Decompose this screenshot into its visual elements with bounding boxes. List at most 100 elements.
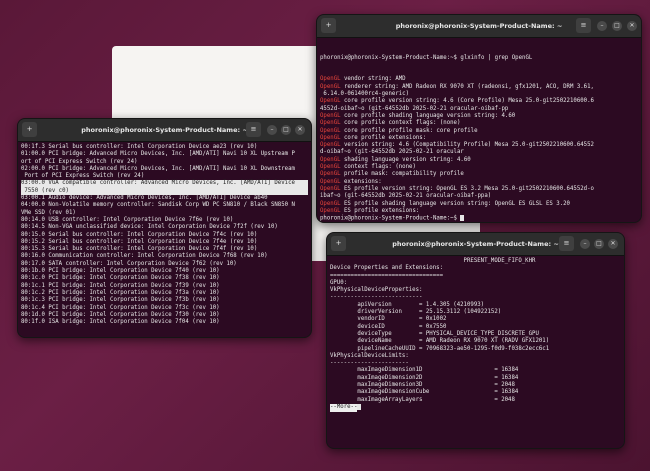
terminal-output[interactable]: PRESENT_MODE_FIFO_KHR Device Properties a… <box>327 256 624 412</box>
keyword-match: OpenGL <box>320 120 341 127</box>
output-line: Port of PCI Express Switch (rev 24) <box>21 173 145 180</box>
command-line: phoronix@phoronix-System-Product-Name:~$… <box>320 55 638 62</box>
menu-button[interactable]: ≡ <box>559 236 574 251</box>
keyword-match: OpenGL <box>320 171 341 178</box>
output-line: OpenGL ES profile extensions: <box>320 208 638 215</box>
output-text: vendor string: AMD <box>340 76 406 83</box>
output-line: 80:16.0 Communication controller: Intel … <box>21 253 268 260</box>
output-line: OpenGL core profile profile mask: core p… <box>320 128 638 135</box>
output-text: version string: 4.6 (Compatibility Profi… <box>340 142 594 149</box>
terminal-window-vulkaninfo[interactable]: + phoronix@phoronix-System-Product-Name:… <box>326 232 625 449</box>
output-line: 80:1c.3 PCI bridge: Intel Corporation De… <box>21 297 220 304</box>
title-bar[interactable]: + phoronix@phoronix-System-Product-Name:… <box>317 15 641 38</box>
output-line: OpenGL ES profile version string: OpenGL… <box>320 186 638 193</box>
keyword-match: OpenGL <box>320 200 341 207</box>
output-line: OpenGL ES profile shading language versi… <box>320 201 638 208</box>
output-line: OpenGL core profile context flags: (none… <box>320 120 638 127</box>
output-line: 6.14.0-061400rc4-generic) <box>320 91 638 98</box>
minimize-icon[interactable]: – <box>597 21 607 31</box>
output-line: OpenGL core profile version string: 4.6 … <box>320 98 638 105</box>
menu-button[interactable]: ≡ <box>576 18 591 33</box>
cursor <box>460 215 465 222</box>
keyword-match: OpenGL <box>320 164 341 171</box>
output-line: 80:1b.0 PCI bridge: Intel Corporation De… <box>21 268 220 275</box>
output-line: 7550 (rev c0) <box>21 187 308 196</box>
keyword-match: OpenGL <box>320 134 341 141</box>
terminal-window-opengl[interactable]: + phoronix@phoronix-System-Product-Name:… <box>316 14 642 223</box>
keyword-match: OpenGL <box>320 156 341 163</box>
maximize-icon[interactable]: □ <box>612 21 622 31</box>
title-bar[interactable]: + phoronix@phoronix-System-Product-Name:… <box>327 233 624 256</box>
keyword-match: OpenGL <box>320 185 341 192</box>
output-line: deviceName = AMD Radeon RX 9070 XT (RADV… <box>330 338 550 345</box>
output-line: maxImageDimension2D = 16384 <box>330 374 519 381</box>
minimize-icon[interactable]: – <box>580 239 590 249</box>
maximize-icon[interactable]: □ <box>594 239 604 249</box>
output-line: deviceType = PHYSICAL_DEVICE_TYPE_DISCRE… <box>330 330 539 337</box>
output-line: maxImageDimensionCube = 16384 <box>330 389 519 396</box>
output-text: shading language version string: 4.60 <box>340 156 471 163</box>
output-line: d-oibaf~o (git-64552db 2025-02-21 oracul… <box>320 149 638 156</box>
output-line: 80:15.2 Serial bus controller: Intel Cor… <box>21 238 258 245</box>
command-text: glxinfo | grep OpenGL <box>456 54 533 61</box>
output-line: 80:1c.2 PCI bridge: Intel Corporation De… <box>21 289 220 296</box>
output-line: driverVersion = 25.15.3112 (104922152) <box>330 309 502 316</box>
window-title: phoronix@phoronix-System-Product-Name: ~ <box>395 22 563 30</box>
keyword-match: OpenGL <box>320 76 341 83</box>
output-line: 03:00.1 Audio device: Advanced Micro Dev… <box>21 195 268 202</box>
output-text: core profile version string: 4.6 (Core P… <box>340 98 594 105</box>
shell-prompt: phoronix@phoronix-System-Product-Name:~$ <box>320 215 457 222</box>
output-text: profile mask: compatibility profile <box>340 171 464 178</box>
terminal-output[interactable]: phoronix@phoronix-System-Product-Name:~$… <box>317 38 641 222</box>
output-line: OpenGL extensions: <box>320 179 638 186</box>
keyword-match: OpenGL <box>320 112 341 119</box>
output-text: core profile context flags: (none) <box>340 120 461 127</box>
close-icon[interactable]: ✕ <box>627 21 637 31</box>
terminal-output[interactable]: 00:1f.3 Serial bus controller: Intel Cor… <box>18 142 311 326</box>
output-text: context flags: (none) <box>340 164 416 171</box>
output-text: 4552d-oibaf~o (git-64552db 2025-02-21 or… <box>320 105 509 112</box>
minimize-icon[interactable]: – <box>267 125 277 135</box>
output-line: OpenGL core profile shading language ver… <box>320 113 638 120</box>
output-line: 03:00.0 VGA compatible controller: Advan… <box>21 180 308 188</box>
output-line: OpenGL vendor string: AMD <box>320 76 638 83</box>
output-line: 4552d-oibaf~o (git-64552db 2025-02-21 or… <box>320 106 638 113</box>
output-text: d-oibaf~o (git-64552db 2025-02-21 oracul… <box>320 149 464 156</box>
keyword-match: OpenGL <box>320 207 341 214</box>
output-line: 80:1c.0 PCI bridge: Intel Corporation De… <box>21 275 220 282</box>
output-line: apiVersion = 1.4.305 (4210993) <box>330 301 485 308</box>
output-line: 80:17.0 SATA controller: Intel Corporati… <box>21 260 237 267</box>
output-line: 80:14.5 Non-VGA unclassified device: Int… <box>21 224 278 231</box>
output-line: OpenGL context flags: (none) <box>320 164 638 171</box>
terminal-window-lspci[interactable]: + phoronix@phoronix-System-Product-Name:… <box>17 118 312 338</box>
output-text: ibaf~o (git-64552db 2025-02-21 oracular-… <box>320 193 492 200</box>
output-text: 6.14.0-061400rc4-generic) <box>320 91 410 98</box>
output-line: 01:00.0 PCI bridge: Advanced Micro Devic… <box>21 151 295 158</box>
output-line: VkPhysicalDeviceLimits: <box>330 352 409 359</box>
output-line: 80:1c.1 PCI bridge: Intel Corporation De… <box>21 282 220 289</box>
output-text: extensions: <box>340 178 382 185</box>
output-text: renderer string: AMD Radeon RX 9070 XT (… <box>340 83 594 90</box>
output-text: ES profile version string: OpenGL ES 3.2… <box>340 185 594 192</box>
close-icon[interactable]: ✕ <box>295 125 305 135</box>
maximize-icon[interactable]: □ <box>281 125 291 135</box>
title-bar[interactable]: + phoronix@phoronix-System-Product-Name:… <box>18 119 311 142</box>
keyword-match: OpenGL <box>320 142 341 149</box>
shell-prompt: phoronix@phoronix-System-Product-Name:~$ <box>320 54 457 61</box>
output-line: maxImageDimension3D = 2048 <box>330 382 515 389</box>
output-line: OpenGL profile mask: compatibility profi… <box>320 171 638 178</box>
output-line: ibaf~o (git-64552db 2025-02-21 oracular-… <box>320 193 638 200</box>
output-line: ================================= <box>330 272 443 279</box>
output-line: maxImageDimension1D = 16384 <box>330 367 519 374</box>
output-line: OpenGL version string: 4.6 (Compatibilit… <box>320 142 638 149</box>
output-line: VkPhysicalDeviceProperties: <box>330 287 423 294</box>
output-line: OpenGL core profile extensions: <box>320 135 638 142</box>
output-line: 00:1f.3 Serial bus controller: Intel Cor… <box>21 144 258 150</box>
output-line: 80:15.0 Serial bus controller: Intel Cor… <box>21 231 258 238</box>
output-text: core profile extensions: <box>340 134 427 141</box>
output-line: 02:00.0 PCI bridge: Advanced Micro Devic… <box>21 165 295 172</box>
menu-button[interactable]: ≡ <box>246 122 261 137</box>
close-icon[interactable]: ✕ <box>608 239 618 249</box>
more-prompt[interactable]: --More-- <box>330 404 358 412</box>
output-line: 80:1d.0 PCI bridge: Intel Corporation De… <box>21 311 220 318</box>
